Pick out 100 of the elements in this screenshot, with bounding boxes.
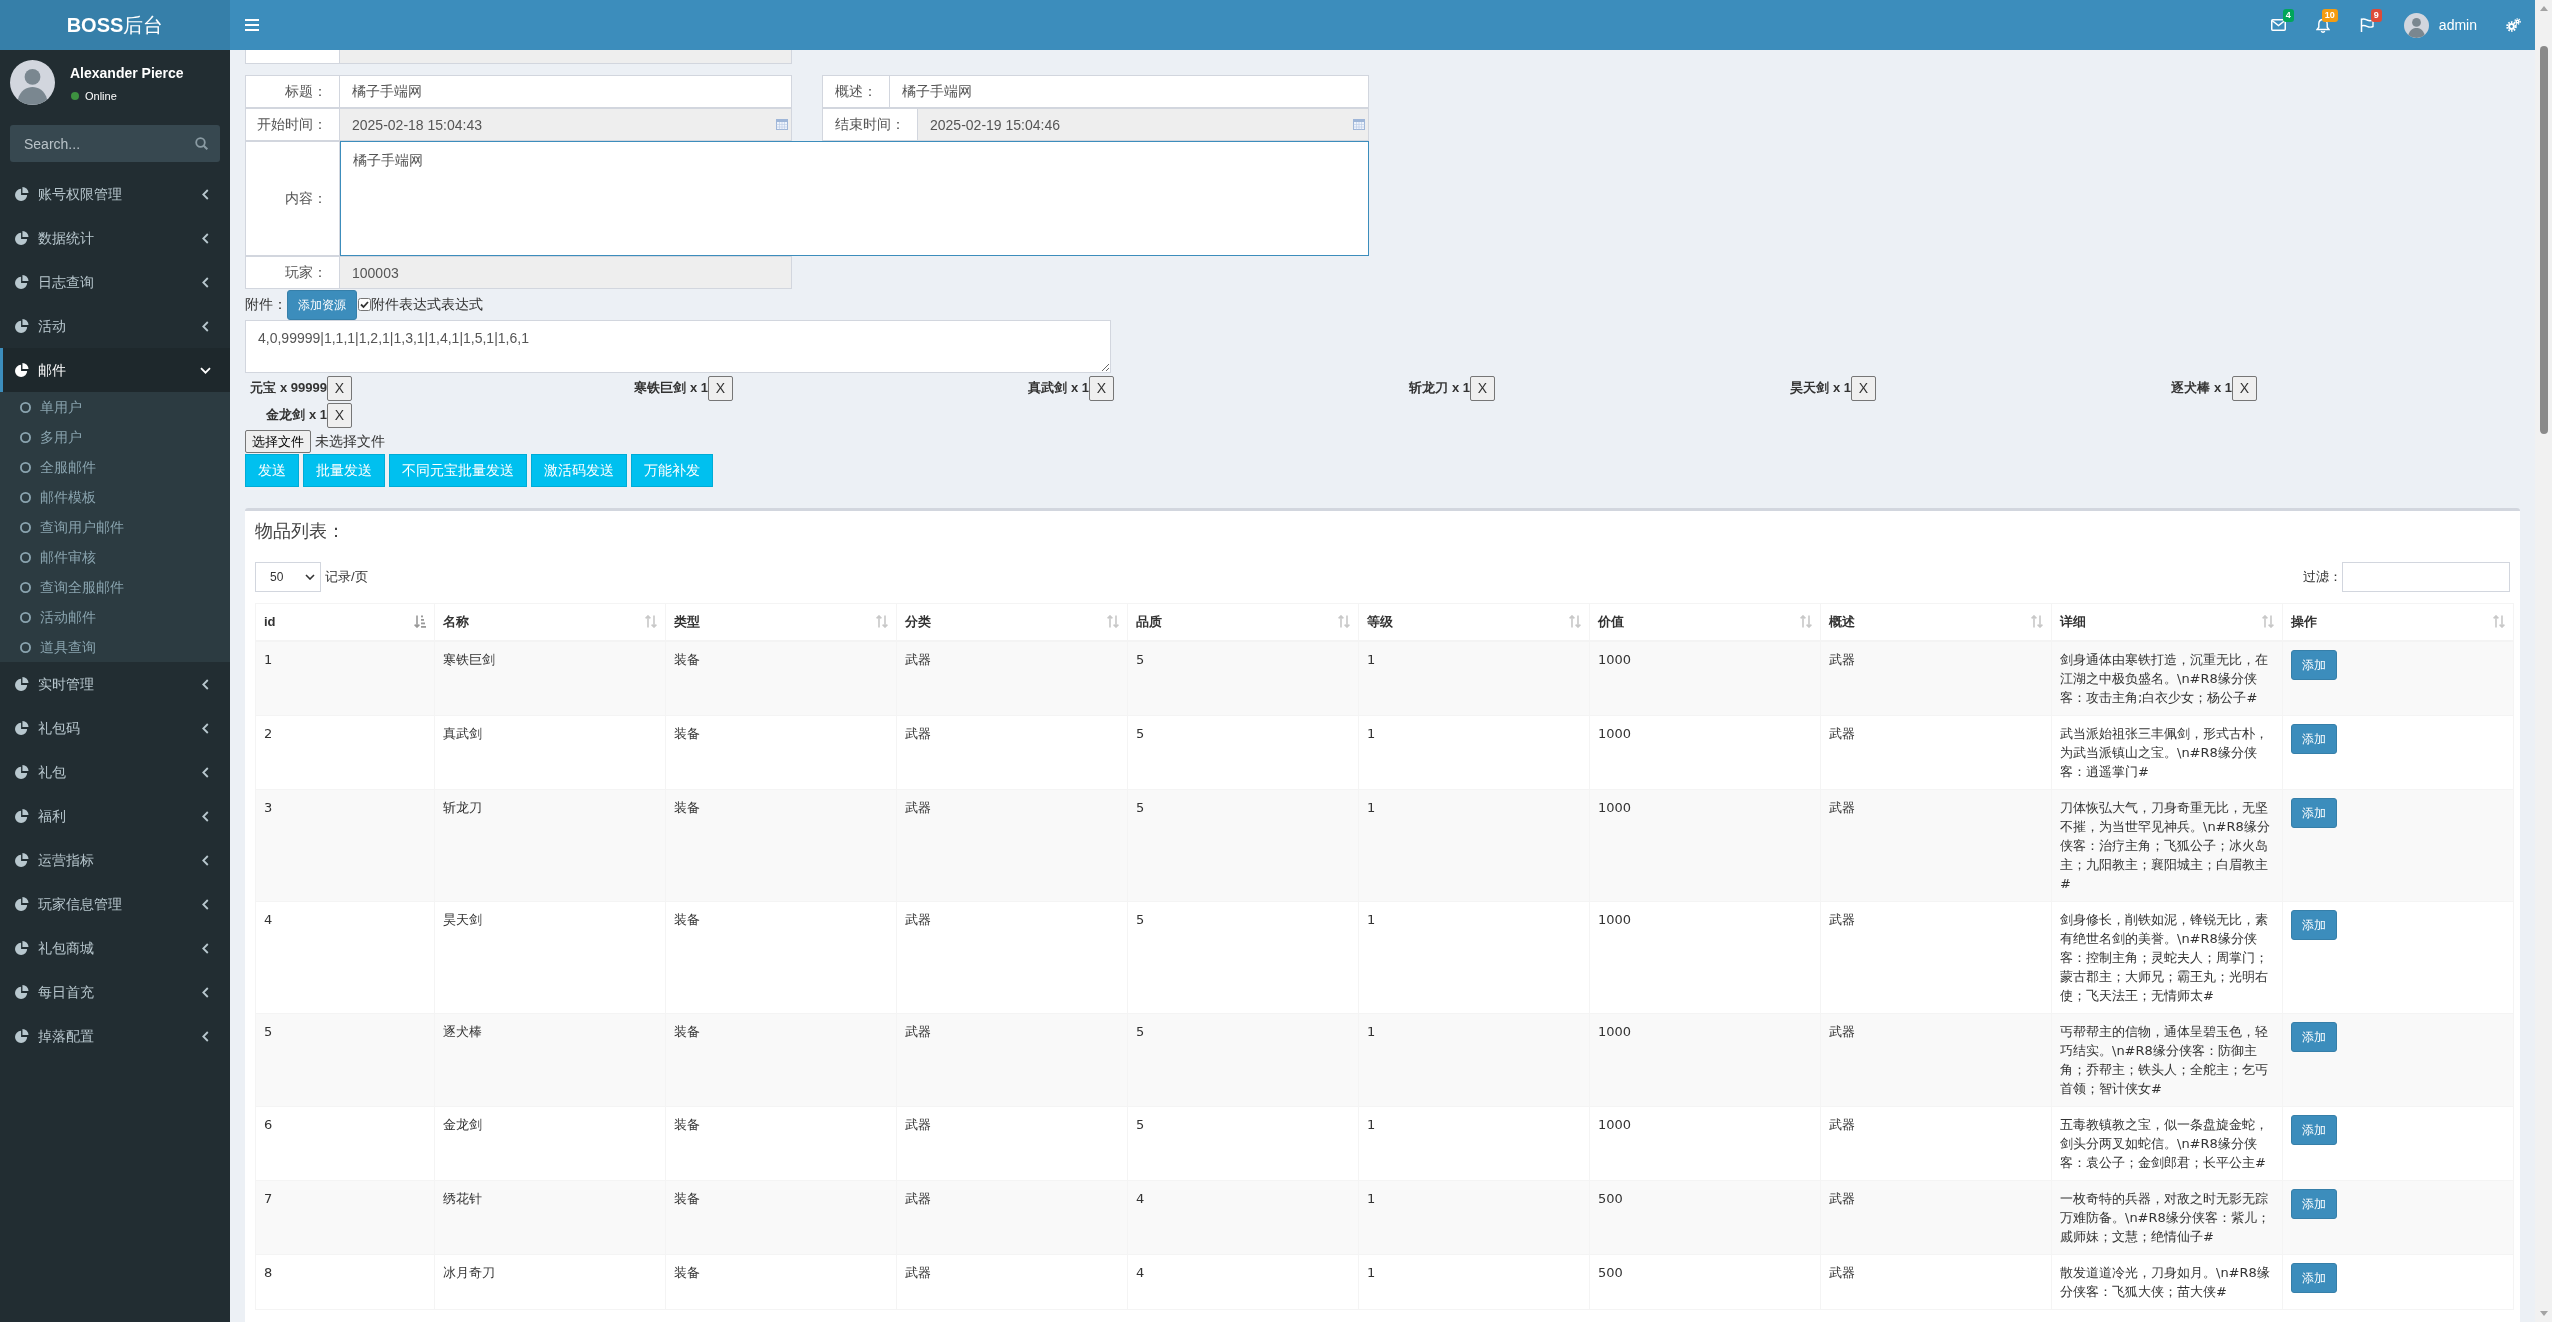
sidebar-menu-item[interactable]: 每日首充 bbox=[0, 970, 230, 1014]
submenu-item[interactable]: 多用户 bbox=[0, 422, 230, 452]
sort-icon[interactable] bbox=[876, 615, 888, 629]
remove-button[interactable]: X bbox=[1851, 375, 1876, 401]
pie-chart-icon bbox=[15, 1029, 29, 1043]
column-header[interactable]: 操作 bbox=[2282, 603, 2514, 641]
summary-input[interactable]: 橘子手端网 bbox=[890, 75, 1369, 108]
sort-icon[interactable] bbox=[1338, 615, 1350, 629]
sidebar-menu-item[interactable]: 运营指标 bbox=[0, 838, 230, 882]
table-cell: 2 bbox=[255, 715, 435, 789]
column-header[interactable]: id bbox=[255, 603, 435, 641]
remove-button[interactable]: X bbox=[2232, 375, 2257, 401]
add-button[interactable]: 添加 bbox=[2291, 909, 2337, 940]
search-icon[interactable] bbox=[195, 137, 208, 150]
add-button[interactable]: 添加 bbox=[2291, 1188, 2337, 1219]
filter-input[interactable] bbox=[2342, 562, 2510, 592]
sidebar-menu-item[interactable]: 实时管理 bbox=[0, 662, 230, 706]
sidebar-menu-item[interactable]: 账号权限管理 bbox=[0, 172, 230, 216]
end-time-input[interactable]: 2025-02-19 15:04:46 bbox=[918, 108, 1369, 141]
scroll-down-icon[interactable] bbox=[2539, 1311, 2548, 1316]
remove-button[interactable]: X bbox=[1470, 375, 1495, 401]
sidebar-menu-item[interactable]: 活动 bbox=[0, 304, 230, 348]
remove-button[interactable]: X bbox=[708, 375, 733, 401]
scrollbar-track[interactable] bbox=[2535, 0, 2552, 1322]
column-header[interactable]: 分类 bbox=[896, 603, 1128, 641]
logo-text[interactable]: BOSS后台 bbox=[66, 10, 164, 40]
sort-ascending-icon[interactable] bbox=[414, 615, 426, 629]
menu-icon[interactable] bbox=[245, 19, 259, 31]
sort-icon[interactable] bbox=[2031, 615, 2043, 629]
column-header[interactable]: 概述 bbox=[1820, 603, 2052, 641]
add-button[interactable]: 添加 bbox=[2291, 723, 2337, 754]
table-cell: 1 bbox=[1358, 640, 1590, 715]
sort-icon[interactable] bbox=[1569, 615, 1581, 629]
expression-textarea[interactable]: 4,0,99999|1,1,1|1,2,1|1,3,1|1,4,1|1,5,1|1,6,1 bbox=[245, 320, 1111, 373]
column-header[interactable]: 品质 bbox=[1127, 603, 1359, 641]
content-textarea[interactable]: 橘子手端网 bbox=[340, 141, 1369, 256]
table-cell: 武器 bbox=[1820, 1013, 2052, 1106]
sidebar-menu-item[interactable]: 礼包码 bbox=[0, 706, 230, 750]
player-input[interactable]: 100003 bbox=[340, 256, 792, 289]
add-button[interactable]: 添加 bbox=[2291, 1114, 2337, 1145]
sort-icon[interactable] bbox=[1800, 615, 1812, 629]
sort-icon[interactable] bbox=[1107, 615, 1119, 629]
mail-icon[interactable] bbox=[2270, 19, 2286, 31]
table-cell: 1 bbox=[1358, 715, 1590, 789]
title-input[interactable]: 橘子手端网 bbox=[340, 75, 792, 108]
scroll-up-icon[interactable] bbox=[2539, 6, 2548, 11]
field-label: 结束时间： bbox=[822, 108, 918, 141]
submenu-item[interactable]: 活动邮件 bbox=[0, 602, 230, 632]
sidebar-menu-item[interactable]: 福利 bbox=[0, 794, 230, 838]
submenu-item[interactable]: 单用户 bbox=[0, 392, 230, 422]
pie-chart-icon bbox=[15, 897, 29, 911]
column-header[interactable]: 价值 bbox=[1589, 603, 1821, 641]
calendar-icon[interactable] bbox=[776, 119, 788, 130]
settings-icon[interactable] bbox=[2506, 18, 2521, 32]
sort-icon[interactable] bbox=[2493, 615, 2505, 629]
sidebar-menu-item[interactable]: 礼包商城 bbox=[0, 926, 230, 970]
sidebar-menu-item[interactable]: 玩家信息管理 bbox=[0, 882, 230, 926]
submenu-item[interactable]: 邮件模板 bbox=[0, 482, 230, 512]
sidebar-menu-item[interactable]: 日志查询 bbox=[0, 260, 230, 304]
table-cell: 真武剑 bbox=[434, 715, 666, 789]
table-cell: 5 bbox=[1127, 789, 1359, 901]
remove-button[interactable]: X bbox=[327, 375, 352, 401]
submenu-item[interactable]: 全服邮件 bbox=[0, 452, 230, 482]
column-header[interactable]: 等级 bbox=[1358, 603, 1590, 641]
start-time-input[interactable]: 2025-02-18 15:04:43 bbox=[340, 108, 792, 141]
search-field[interactable]: Search... bbox=[10, 125, 220, 162]
pie-chart-icon bbox=[15, 853, 29, 867]
checkbox[interactable] bbox=[358, 298, 371, 311]
sidebar-menu-item[interactable]: 数据统计 bbox=[0, 216, 230, 260]
table-cell: 6 bbox=[255, 1106, 435, 1180]
sort-icon[interactable] bbox=[645, 615, 657, 629]
scrollbar-thumb[interactable] bbox=[2539, 46, 2548, 434]
sidebar-menu-item[interactable]: 掉落配置 bbox=[0, 1014, 230, 1058]
column-header[interactable]: 名称 bbox=[434, 603, 666, 641]
table-cell: 散发道道冷光，刀身如月。\n#R8缘分侠客：飞狐大侠；苗大侠# bbox=[2051, 1254, 2283, 1309]
submenu-item[interactable]: 查询用户邮件 bbox=[0, 512, 230, 542]
add-button[interactable]: 添加 bbox=[2291, 1021, 2337, 1052]
choose-file-button[interactable]: 选择文件 bbox=[245, 430, 311, 453]
column-header[interactable]: 详细 bbox=[2051, 603, 2283, 641]
calendar-icon[interactable] bbox=[1353, 119, 1365, 130]
sidebar-menu-item[interactable]: 邮件 bbox=[0, 348, 230, 392]
submenu-item[interactable]: 邮件审核 bbox=[0, 542, 230, 572]
add-button[interactable]: 添加 bbox=[2291, 649, 2337, 680]
add-button[interactable]: 添加 bbox=[2291, 1262, 2337, 1293]
bell-icon[interactable] bbox=[2315, 17, 2330, 33]
sidebar-menu-item[interactable]: 礼包 bbox=[0, 750, 230, 794]
add-button[interactable]: 添加 bbox=[2291, 797, 2337, 828]
remove-button[interactable]: X bbox=[1089, 375, 1114, 401]
table-cell: 1000 bbox=[1589, 640, 1821, 715]
add-resource-button[interactable]: 添加资源 bbox=[287, 289, 357, 320]
status-text: Online bbox=[85, 89, 117, 104]
submenu-item[interactable]: 查询全服邮件 bbox=[0, 572, 230, 602]
table-cell: 寒铁巨剑 bbox=[434, 640, 666, 715]
page-size-select[interactable]: 50 bbox=[255, 562, 321, 592]
remove-button[interactable]: X bbox=[327, 402, 352, 428]
sort-icon[interactable] bbox=[2262, 615, 2274, 629]
submenu-item[interactable]: 道具查询 bbox=[0, 632, 230, 662]
user-menu[interactable]: admin bbox=[2388, 0, 2492, 50]
table-cell: 昊天剑 bbox=[434, 901, 666, 1013]
column-header[interactable]: 类型 bbox=[665, 603, 897, 641]
